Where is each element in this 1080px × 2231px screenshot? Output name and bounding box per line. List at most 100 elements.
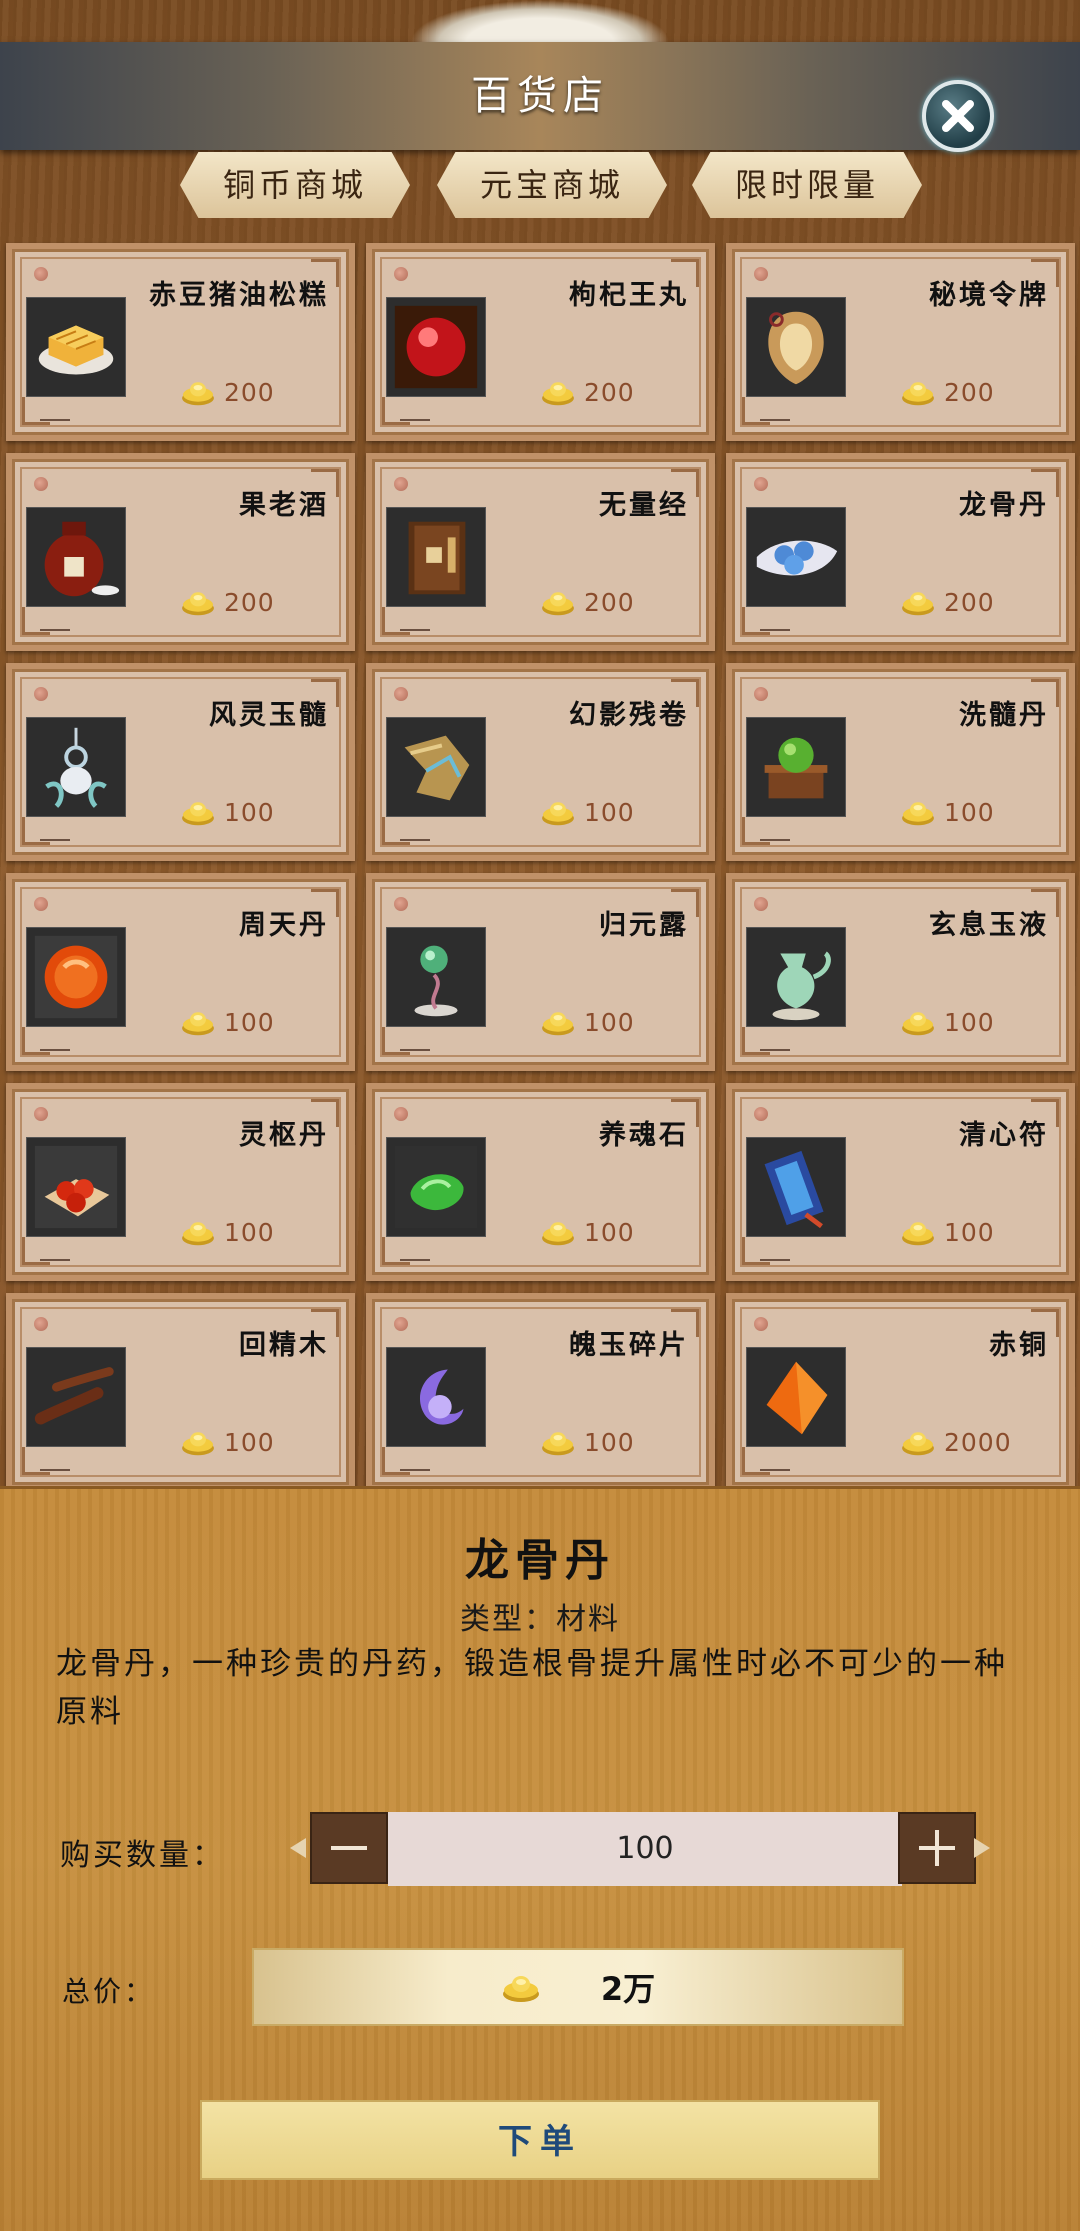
item-price: 200 [900, 377, 995, 407]
purple-shard-icon [386, 1347, 486, 1447]
order-button[interactable]: 下单 [200, 2100, 880, 2180]
talisman-icon [746, 1137, 846, 1237]
tab-copper-shop[interactable]: 铜币商城 [180, 152, 410, 218]
signature-mark [400, 1039, 430, 1051]
green-stone-icon [386, 1137, 486, 1237]
pin-decoration [394, 267, 408, 281]
item-card[interactable]: 归元露 100 [366, 873, 715, 1071]
pin-decoration [394, 1107, 408, 1121]
pin-decoration [34, 477, 48, 491]
pin-decoration [754, 1317, 768, 1331]
gold-ingot-icon [182, 1432, 214, 1456]
gold-ingot-icon [902, 802, 934, 826]
item-price-value: 100 [224, 1217, 275, 1247]
gold-ingot-icon [542, 382, 574, 406]
item-name: 枸杞王丸 [569, 280, 689, 311]
signature-mark [760, 1039, 790, 1051]
tab-ingot-shop[interactable]: 元宝商城 [437, 152, 667, 218]
item-card[interactable]: 清心符 100 [726, 1083, 1075, 1281]
item-name: 龙骨丹 [959, 490, 1049, 521]
item-card[interactable]: 灵枢丹 100 [6, 1083, 355, 1281]
item-card[interactable]: 玄息玉液 100 [726, 873, 1075, 1071]
item-name: 果老酒 [239, 490, 329, 521]
item-card[interactable]: 幻影残卷 100 [366, 663, 715, 861]
pin-decoration [394, 687, 408, 701]
item-card[interactable]: 秘境令牌 200 [726, 243, 1075, 441]
item-price: 100 [900, 1217, 995, 1247]
gold-ingot-icon [182, 1222, 214, 1246]
item-card[interactable]: 风灵玉髓 100 [6, 663, 355, 861]
item-card[interactable]: 赤铜 2000 [726, 1293, 1075, 1491]
item-card[interactable]: 洗髓丹 100 [726, 663, 1075, 861]
item-card[interactable]: 果老酒 200 [6, 453, 355, 651]
signature-mark [760, 1459, 790, 1471]
item-card[interactable]: 养魂石 100 [366, 1083, 715, 1281]
pin-decoration [754, 897, 768, 911]
item-price-value: 100 [224, 1427, 275, 1457]
signature-mark [40, 1459, 70, 1471]
signature-mark [400, 829, 430, 841]
quantity-input[interactable] [388, 1812, 902, 1886]
pin-decoration [34, 1317, 48, 1331]
close-button[interactable] [922, 80, 994, 152]
pin-decoration [34, 897, 48, 911]
total-price-value: 2万 [600, 1970, 656, 2008]
signature-mark [40, 1249, 70, 1261]
minus-icon [331, 1846, 367, 1850]
signature-mark [40, 1039, 70, 1051]
dew-icon [386, 927, 486, 1027]
item-card[interactable]: 周天丹 100 [6, 873, 355, 1071]
pin-decoration [34, 687, 48, 701]
item-name: 回精木 [239, 1330, 329, 1361]
item-price-value: 200 [224, 377, 275, 407]
gold-ingot-icon [902, 592, 934, 616]
item-price-value: 2000 [944, 1427, 1012, 1457]
left-arrow-decoration [290, 1838, 306, 1858]
item-price-value: 100 [584, 1217, 635, 1247]
book-icon [386, 507, 486, 607]
item-price: 100 [900, 1007, 995, 1037]
gold-ingot-icon [542, 1222, 574, 1246]
signature-mark [400, 409, 430, 421]
gold-ingot-icon [182, 592, 214, 616]
signature-mark [40, 619, 70, 631]
item-card[interactable]: 回精木 100 [6, 1293, 355, 1491]
increase-button[interactable] [898, 1812, 976, 1884]
decrease-button[interactable] [310, 1812, 388, 1884]
item-name: 幻影残卷 [569, 700, 689, 731]
item-price-value: 200 [944, 587, 995, 617]
gold-ingot-icon [902, 1432, 934, 1456]
token-icon [746, 297, 846, 397]
pin-decoration [754, 687, 768, 701]
item-name: 魄玉碎片 [569, 1330, 689, 1361]
bone-pill-icon [746, 507, 846, 607]
signature-mark [760, 829, 790, 841]
item-card[interactable]: 枸杞王丸 200 [366, 243, 715, 441]
tab-limited-sale[interactable]: 限时限量 [692, 152, 922, 218]
pin-decoration [754, 267, 768, 281]
item-name: 养魂石 [599, 1120, 689, 1151]
item-name: 赤豆猪油松糕 [149, 280, 329, 311]
item-price: 100 [900, 797, 995, 827]
item-card[interactable]: 无量经 200 [366, 453, 715, 651]
item-grid: 赤豆猪油松糕 200 枸杞王丸 200 秘境令牌 200 果老酒 200 无量经 200 龙骨丹 20… [6, 243, 1075, 1491]
item-price: 200 [180, 587, 275, 617]
item-name: 洗髓丹 [959, 700, 1049, 731]
item-price: 100 [180, 1007, 275, 1037]
item-price-value: 200 [944, 377, 995, 407]
close-icon [942, 100, 974, 132]
top-ornament [410, 0, 670, 42]
gold-ingot-icon [182, 382, 214, 406]
item-name: 秘境令牌 [929, 280, 1049, 311]
item-name: 无量经 [599, 490, 689, 521]
gold-ingot-icon [542, 1012, 574, 1036]
jade-pendant-icon [26, 717, 126, 817]
signature-mark [760, 619, 790, 631]
item-card[interactable]: 龙骨丹 200 [726, 453, 1075, 651]
cake-icon [26, 297, 126, 397]
item-card[interactable]: 赤豆猪油松糕 200 [6, 243, 355, 441]
gold-ingot-icon [542, 802, 574, 826]
item-price: 200 [540, 587, 635, 617]
plus-icon [919, 1830, 955, 1866]
item-card[interactable]: 魄玉碎片 100 [366, 1293, 715, 1491]
